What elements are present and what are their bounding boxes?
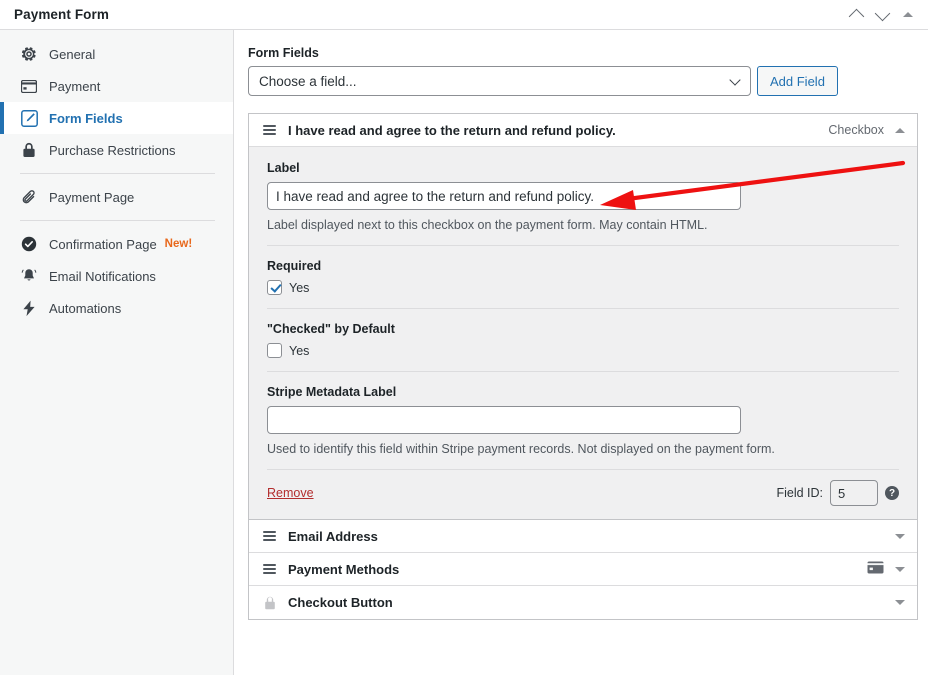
triangle-down-icon[interactable] xyxy=(895,534,905,539)
chevron-down-icon xyxy=(874,5,890,21)
triangle-up-icon xyxy=(903,12,913,17)
settings-divider xyxy=(267,245,899,246)
field-type-select-value: Choose a field... xyxy=(259,74,357,89)
sidebar-item-label: Email Notifications xyxy=(49,269,156,284)
credit-card-icon xyxy=(20,77,38,95)
field-title: I have read and agree to the return and … xyxy=(288,123,616,138)
field-header-right xyxy=(895,534,905,539)
help-circle-icon[interactable]: ? xyxy=(885,486,899,500)
label-help-text: Label displayed next to this checkbox on… xyxy=(267,218,899,232)
settings-sidebar: General Payment Form Fields xyxy=(0,30,234,675)
drag-handle-icon[interactable] xyxy=(263,125,276,135)
sidebar-item-label: Purchase Restrictions xyxy=(49,143,175,158)
required-checkbox-label: Yes xyxy=(289,281,309,295)
toggle-panel-button[interactable] xyxy=(896,3,920,27)
settings-divider xyxy=(267,308,899,309)
paperclip-icon xyxy=(20,188,38,206)
expand-down-button[interactable] xyxy=(870,3,894,27)
field-title: Checkout Button xyxy=(288,595,393,610)
form-fields-list: I have read and agree to the return and … xyxy=(248,113,918,620)
window-header: Payment Form xyxy=(0,0,928,30)
sidebar-item-email-notifications[interactable]: Email Notifications xyxy=(0,260,233,292)
page-title: Payment Form xyxy=(14,7,109,22)
triangle-down-icon[interactable] xyxy=(895,600,905,605)
sidebar-item-label: Payment xyxy=(49,79,100,94)
chevron-down-icon xyxy=(729,74,740,85)
field-id-label: Field ID: xyxy=(776,486,823,500)
pencil-square-icon xyxy=(20,109,38,127)
stripe-metadata-setting-group: Stripe Metadata Label Used to identify t… xyxy=(267,385,899,469)
stripe-metadata-input[interactable] xyxy=(267,406,741,434)
sidebar-item-purchase-restrictions[interactable]: Purchase Restrictions xyxy=(0,134,233,166)
lightning-bolt-icon xyxy=(20,299,38,317)
field-type-label: Checkbox xyxy=(828,123,884,137)
credit-card-icon xyxy=(867,561,884,577)
settings-divider xyxy=(267,371,899,372)
field-id-group: Field ID: ? xyxy=(776,480,899,506)
required-checkbox[interactable] xyxy=(267,280,282,295)
sidebar-item-payment-page[interactable]: Payment Page xyxy=(0,181,233,213)
stripe-metadata-help-text: Used to identify this field within Strip… xyxy=(267,442,899,456)
field-settings-body: Label Label displayed next to this check… xyxy=(249,147,917,520)
field-title: Payment Methods xyxy=(288,562,399,577)
sidebar-divider xyxy=(20,220,215,221)
form-fields-heading: Form Fields xyxy=(248,46,918,60)
label-setting-group: Label Label displayed next to this check… xyxy=(267,161,899,245)
triangle-up-icon[interactable] xyxy=(895,128,905,133)
checked-default-checkbox[interactable] xyxy=(267,343,282,358)
sidebar-item-payment[interactable]: Payment xyxy=(0,70,233,102)
required-checkbox-row[interactable]: Yes xyxy=(267,280,899,295)
field-footer-row: Remove Field ID: ? xyxy=(267,469,899,519)
checked-default-checkbox-row[interactable]: Yes xyxy=(267,343,899,358)
triangle-down-icon[interactable] xyxy=(895,567,905,572)
field-type-select[interactable]: Choose a field... xyxy=(248,66,751,96)
sidebar-item-label: Automations xyxy=(49,301,121,316)
collapse-up-button[interactable] xyxy=(844,3,868,27)
label-setting-title: Label xyxy=(267,161,899,175)
sidebar-new-badge: New! xyxy=(165,238,192,250)
drag-handle-icon[interactable] xyxy=(263,564,276,574)
body-wrapper: General Payment Form Fields xyxy=(0,30,928,675)
sidebar-item-confirmation-page[interactable]: Confirmation Page New! xyxy=(0,228,233,260)
bell-icon xyxy=(20,267,38,285)
chevron-up-icon xyxy=(848,8,864,24)
sidebar-item-automations[interactable]: Automations xyxy=(0,292,233,324)
field-id-input[interactable] xyxy=(830,480,878,506)
field-header-email-address[interactable]: Email Address xyxy=(249,520,917,553)
field-header-right xyxy=(867,561,905,577)
check-circle-icon xyxy=(20,235,38,253)
sidebar-item-label: Confirmation Page xyxy=(49,237,157,252)
field-header-payment-methods[interactable]: Payment Methods xyxy=(249,553,917,586)
field-title: Email Address xyxy=(288,529,378,544)
sidebar-item-label: Payment Page xyxy=(49,190,134,205)
add-field-row: Choose a field... Add Field xyxy=(248,66,918,96)
checked-default-checkbox-label: Yes xyxy=(289,344,309,358)
header-actions xyxy=(844,3,928,27)
form-fields-panel: Form Fields Choose a field... Add Field … xyxy=(234,30,928,675)
checked-default-setting-title: "Checked" by Default xyxy=(267,322,899,336)
sidebar-item-label: General xyxy=(49,47,95,62)
field-header-checkbox[interactable]: I have read and agree to the return and … xyxy=(249,114,917,147)
sidebar-divider xyxy=(20,173,215,174)
add-field-button[interactable]: Add Field xyxy=(757,66,838,96)
required-setting-title: Required xyxy=(267,259,899,273)
stripe-metadata-title: Stripe Metadata Label xyxy=(267,385,899,399)
label-input[interactable] xyxy=(267,182,741,210)
drag-handle-icon[interactable] xyxy=(263,531,276,541)
field-header-checkout-button[interactable]: Checkout Button xyxy=(249,586,917,619)
gear-icon xyxy=(20,45,38,63)
sidebar-item-general[interactable]: General xyxy=(0,38,233,70)
field-header-right xyxy=(895,600,905,605)
field-header-right: Checkbox xyxy=(828,123,905,137)
sidebar-item-form-fields[interactable]: Form Fields xyxy=(0,102,233,134)
required-setting-group: Required Yes xyxy=(267,259,899,308)
lock-icon xyxy=(20,141,38,159)
lock-icon xyxy=(263,596,276,610)
sidebar-item-label: Form Fields xyxy=(49,111,123,126)
checked-default-setting-group: "Checked" by Default Yes xyxy=(267,322,899,371)
remove-field-link[interactable]: Remove xyxy=(267,486,314,500)
